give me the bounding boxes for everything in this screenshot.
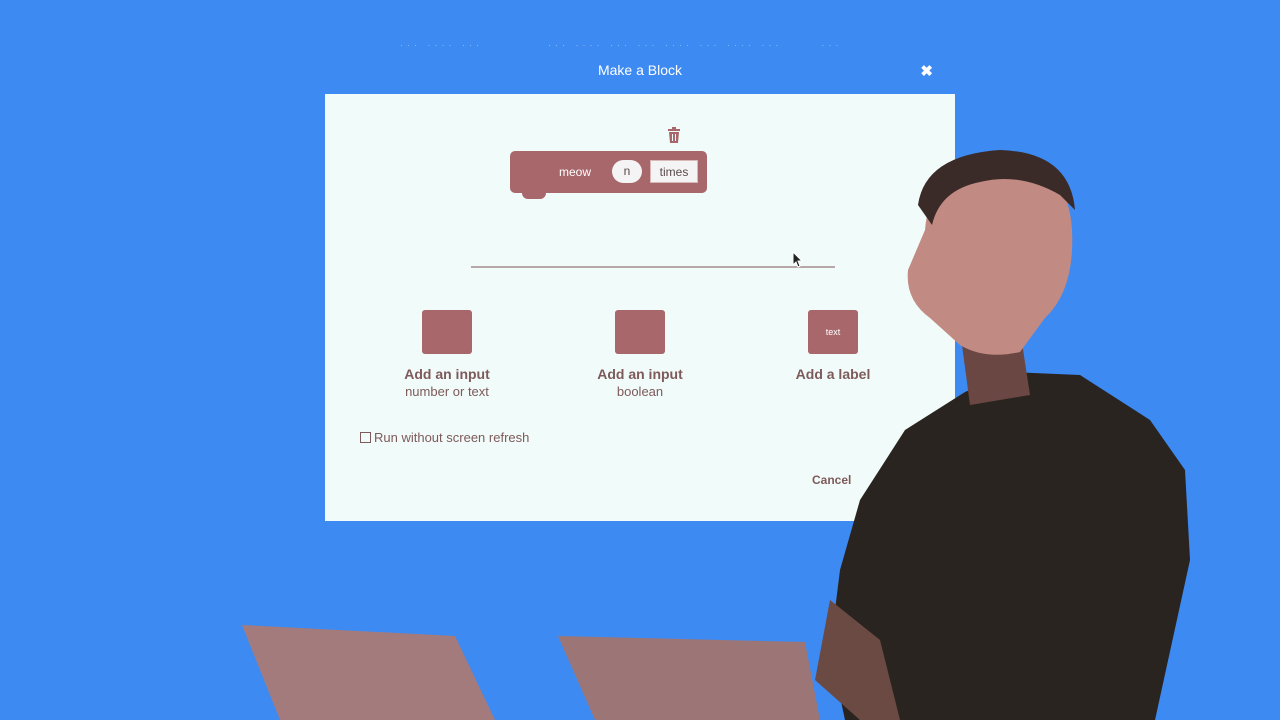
- cancel-button[interactable]: Cancel: [812, 473, 851, 487]
- close-icon[interactable]: ✖: [920, 62, 933, 80]
- option-title: Add an input: [404, 366, 490, 382]
- add-input-number-text-option[interactable]: Add an input number or text: [372, 310, 522, 399]
- custom-block-preview: meow n: [510, 151, 707, 199]
- input-boolean-swatch[interactable]: [615, 310, 665, 354]
- dialog-title: Make a Block: [597, 62, 683, 78]
- add-label-option[interactable]: text Add a label: [758, 310, 908, 384]
- divider: [471, 266, 835, 268]
- block-argument[interactable]: n: [612, 160, 642, 183]
- menu-bar-remnant: ··· ···· ··· ··· ···· ··· ··· ···· ··· ·…: [400, 40, 843, 50]
- block-label[interactable]: meow: [559, 165, 591, 179]
- option-title: Add a label: [795, 366, 871, 382]
- label-swatch[interactable]: text: [808, 310, 858, 354]
- block-text-input[interactable]: [650, 160, 698, 183]
- dialog-header: Make a Block ✖: [325, 52, 955, 94]
- input-number-swatch[interactable]: [422, 310, 472, 354]
- checkbox-box[interactable]: [360, 432, 371, 443]
- checkbox-label: Run without screen refresh: [374, 430, 530, 445]
- option-subtitle: number or text: [405, 384, 489, 399]
- run-without-refresh-checkbox[interactable]: Run without screen refresh: [360, 430, 529, 445]
- dialog-body: meow n Add an input number or text Add a…: [325, 94, 955, 521]
- block-connector: [522, 191, 546, 199]
- option-subtitle: boolean: [616, 384, 664, 399]
- trash-icon[interactable]: [667, 127, 681, 143]
- add-input-boolean-option[interactable]: Add an input boolean: [565, 310, 715, 399]
- mouse-cursor-icon: [792, 251, 804, 268]
- option-title: Add an input: [597, 366, 683, 382]
